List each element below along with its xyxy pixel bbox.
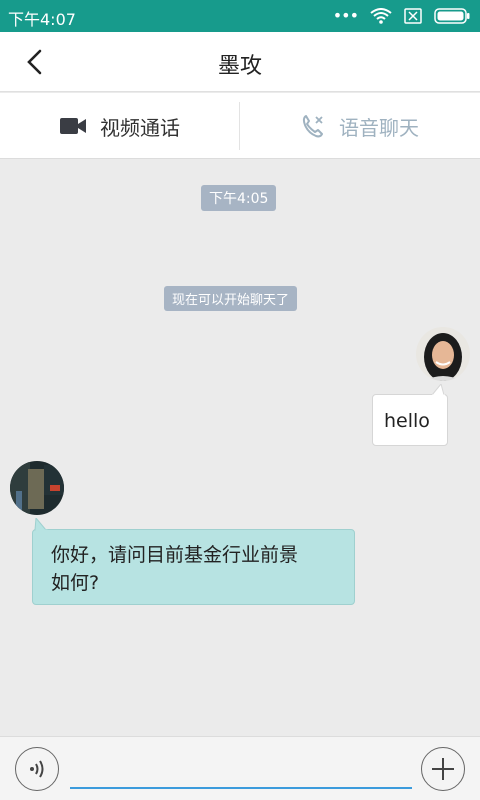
phone-icon [302, 115, 323, 138]
contact-avatar[interactable] [10, 461, 64, 515]
incoming-message-line-2: 如何? [51, 572, 100, 594]
video-call-label: 视频通话 [100, 115, 180, 140]
wifi-icon [370, 8, 392, 24]
call-bar: 视频通话 语音聊天 [0, 93, 480, 159]
voice-chat-label: 语音聊天 [339, 115, 419, 140]
voice-input-button[interactable] [15, 747, 59, 791]
more-dots-icon: ••• [332, 6, 359, 25]
plus-icon [432, 758, 454, 780]
avatar-photo-icon [10, 461, 64, 515]
call-bar-divider [239, 102, 240, 150]
timestamp-badge: 下午4:05 [201, 185, 277, 211]
system-notice: 现在可以开始聊天了 [164, 286, 298, 311]
status-time: 下午4:07 [8, 10, 76, 29]
battery-icon [434, 8, 470, 24]
incoming-message-line-1: 你好，请问目前基金行业前景 [51, 544, 299, 566]
avatar-photo-icon [416, 327, 470, 381]
incoming-message-bubble[interactable]: 你好，请问目前基金行业前景 如何? [32, 529, 355, 605]
chat-header: 墨攻 [0, 32, 480, 92]
status-bar: 下午4:07 ••• [0, 0, 480, 32]
input-bar [0, 736, 480, 800]
no-sim-icon [404, 8, 422, 24]
incoming-bubble-tail [34, 518, 48, 531]
video-camera-icon [60, 118, 86, 134]
sound-wave-icon [30, 760, 44, 778]
video-call-button[interactable]: 视频通话 [0, 93, 240, 159]
outgoing-message-text: hello [384, 410, 430, 432]
page-title: 墨攻 [217, 54, 262, 79]
outgoing-message-bubble[interactable]: hello [372, 394, 448, 446]
message-input[interactable] [70, 751, 412, 789]
outgoing-bubble-tail [432, 384, 445, 396]
add-attachment-button[interactable] [421, 747, 465, 791]
voice-chat-button[interactable]: 语音聊天 [240, 93, 480, 159]
status-icons: ••• [333, 8, 470, 24]
my-avatar[interactable] [416, 327, 470, 381]
